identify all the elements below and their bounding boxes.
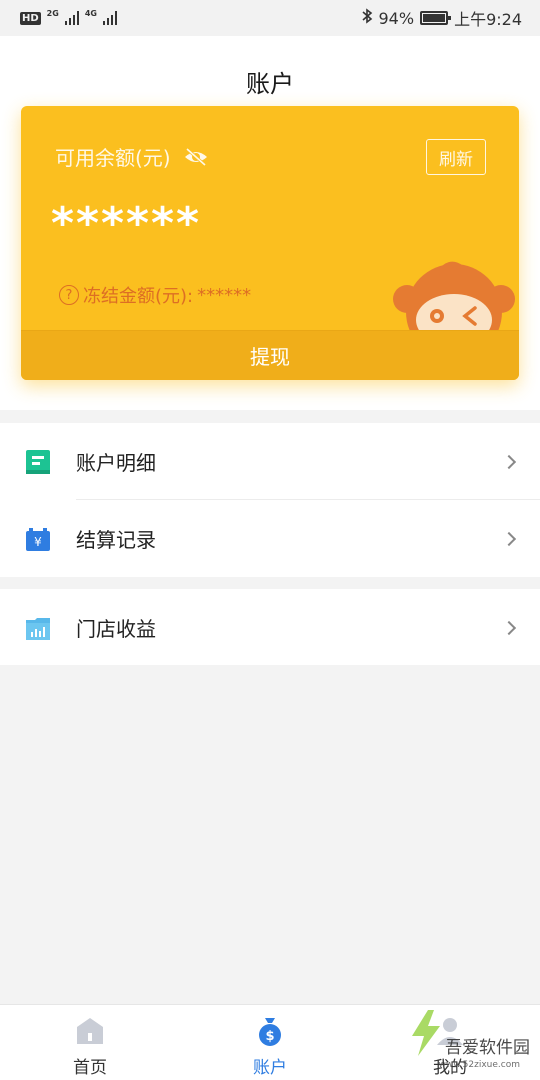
svg-text:$: $: [265, 1029, 274, 1044]
battery-icon: [420, 11, 452, 25]
menu-label: 门店收益: [76, 617, 156, 641]
frozen-amount-label: 冻结金额(元):: [83, 286, 194, 307]
menu-group-store: 门店收益: [0, 589, 540, 665]
battery-percent: 94%: [378, 8, 415, 28]
available-balance-label: 可用余额(元): [55, 146, 171, 170]
nav-item-account[interactable]: $ 账户: [180, 1005, 360, 1080]
svg-text:¥: ¥: [34, 535, 42, 549]
question-icon[interactable]: ?: [59, 285, 79, 305]
menu-label: 结算记录: [76, 528, 156, 552]
document-green-icon: [26, 449, 50, 474]
chevron-right-icon: [501, 531, 517, 546]
watermark-text: 吾爱软件园: [445, 1038, 530, 1058]
menu-item-account-details[interactable]: 账户明细: [0, 423, 540, 500]
watermark-url: www.52zixue.com: [438, 1060, 520, 1070]
yuan-blue-icon: ¥: [26, 527, 50, 551]
watermark: 吾爱软件园 www.52zixue.com: [406, 1004, 534, 1074]
nav-label: 首页: [73, 1058, 107, 1078]
status-left: HD 2G 4G: [20, 8, 117, 25]
page-title: 账户: [246, 70, 294, 98]
available-balance-row: 可用余额(元): [55, 142, 209, 171]
hd-badge: HD: [20, 11, 41, 25]
clock: 上午9:24: [454, 10, 522, 29]
menu-group-account: 账户明细 ¥ 结算记录: [0, 423, 540, 577]
status-right: 94% 上午9:24: [361, 6, 522, 30]
network-2g-label: 2G: [46, 8, 59, 18]
nav-item-home[interactable]: 首页: [0, 1005, 180, 1080]
menu-item-settlement-records[interactable]: ¥ 结算记录: [0, 500, 540, 577]
chevron-right-icon: [501, 454, 517, 469]
chevron-right-icon: [501, 620, 517, 635]
status-bar: HD 2G 4G 94% 上午9:24: [0, 0, 540, 36]
menu-item-store-revenue[interactable]: 门店收益: [0, 589, 540, 666]
network-4g-label: 4G: [84, 8, 97, 18]
bluetooth-icon: [361, 8, 373, 28]
balance-card: 可用余额(元) 刷新 ****** ? 冻结金额(元): ****** 提现: [21, 106, 519, 380]
lightning-logo-icon: [412, 1010, 440, 1056]
signal-icon: [102, 11, 117, 25]
chart-blue-icon: [26, 617, 50, 640]
eye-hidden-icon[interactable]: [183, 146, 209, 168]
home-icon: [77, 1018, 103, 1044]
monkey-mascot-icon: [393, 261, 515, 334]
money-bag-icon: $: [259, 1018, 281, 1046]
account-header: 账户 可用余额(元) 刷新 ****** ? 冻结金额(元): ****** 提…: [0, 36, 540, 410]
refresh-button[interactable]: 刷新: [426, 139, 486, 175]
frozen-amount-value: ******: [197, 284, 252, 306]
nav-label: 账户: [253, 1058, 287, 1078]
signal-icon: [64, 11, 79, 25]
withdraw-button[interactable]: 提现: [21, 330, 519, 380]
frozen-amount-row: ? 冻结金额(元): ******: [59, 282, 251, 308]
balance-value: ******: [51, 198, 202, 249]
menu-label: 账户明细: [76, 451, 156, 475]
